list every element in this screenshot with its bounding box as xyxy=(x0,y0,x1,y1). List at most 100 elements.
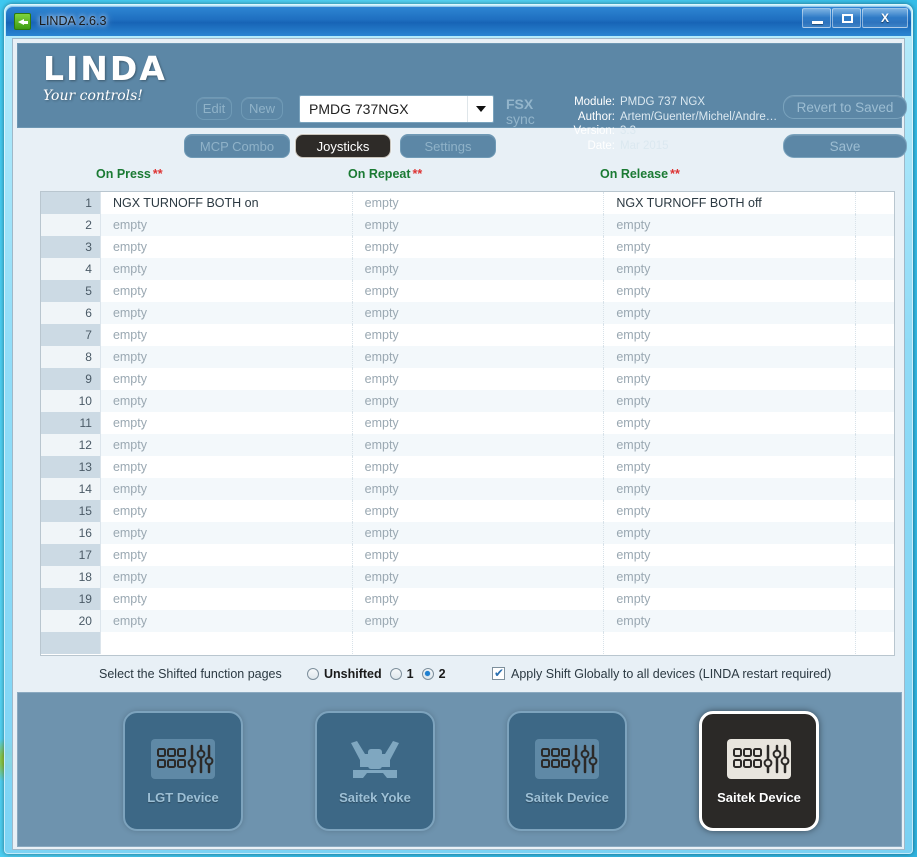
cell-on-press[interactable]: empty xyxy=(101,500,353,522)
cell-on-repeat[interactable]: empty xyxy=(353,456,605,478)
cell-on-press[interactable]: empty xyxy=(101,390,353,412)
cell-on-release[interactable]: empty xyxy=(604,236,857,258)
cell-on-release[interactable]: empty xyxy=(604,214,857,236)
cell-on-repeat[interactable]: empty xyxy=(353,610,605,632)
cell-on-repeat[interactable]: empty xyxy=(353,280,605,302)
cell-on-repeat[interactable]: empty xyxy=(353,324,605,346)
cell-on-release[interactable]: empty xyxy=(604,346,857,368)
device-button-4[interactable]: Saitek Device xyxy=(699,711,819,831)
cell-on-press[interactable] xyxy=(101,632,353,654)
table-row[interactable]: 9 empty empty empty xyxy=(41,368,894,390)
table-row[interactable]: 4 empty empty empty xyxy=(41,258,894,280)
cell-on-release[interactable]: empty xyxy=(604,478,857,500)
maximize-button[interactable] xyxy=(832,8,861,28)
cell-on-repeat[interactable]: empty xyxy=(353,478,605,500)
cell-on-release[interactable]: empty xyxy=(604,258,857,280)
cell-on-press[interactable]: empty xyxy=(101,236,353,258)
device-button-3[interactable]: Saitek Device xyxy=(507,711,627,831)
cell-on-release[interactable]: empty xyxy=(604,610,857,632)
cell-on-release[interactable]: empty xyxy=(604,588,857,610)
table-row[interactable]: 17 empty empty empty xyxy=(41,544,894,566)
device-button-1[interactable]: LGT Device xyxy=(123,711,243,831)
cell-on-repeat[interactable]: empty xyxy=(353,522,605,544)
table-row[interactable]: 15 empty empty empty xyxy=(41,500,894,522)
cell-on-press[interactable]: empty xyxy=(101,346,353,368)
table-row[interactable]: 2 empty empty empty xyxy=(41,214,894,236)
cell-on-release[interactable]: empty xyxy=(604,522,857,544)
table-row[interactable]: 16 empty empty empty xyxy=(41,522,894,544)
cell-on-release[interactable]: empty xyxy=(604,280,857,302)
cell-on-release[interactable]: empty xyxy=(604,324,857,346)
save-button[interactable]: Save xyxy=(783,134,907,158)
cell-on-repeat[interactable]: empty xyxy=(353,346,605,368)
aircraft-select[interactable]: PMDG 737NGX xyxy=(299,95,494,123)
cell-on-press[interactable]: empty xyxy=(101,412,353,434)
cell-on-repeat[interactable]: empty xyxy=(353,192,605,214)
radio-page-1[interactable] xyxy=(389,667,402,680)
cell-on-press[interactable]: empty xyxy=(101,368,353,390)
apply-shift-globally-checkbox-wrap[interactable]: Apply Shift Globally to all devices (LIN… xyxy=(492,666,831,681)
cell-on-release[interactable]: empty xyxy=(604,302,857,324)
table-row[interactable]: 3 empty empty empty xyxy=(41,236,894,258)
cell-on-repeat[interactable]: empty xyxy=(353,390,605,412)
cell-on-repeat[interactable]: empty xyxy=(353,236,605,258)
cell-on-press[interactable]: NGX TURNOFF BOTH on xyxy=(101,192,353,214)
table-row[interactable]: 10 empty empty empty xyxy=(41,390,894,412)
cell-on-press[interactable]: empty xyxy=(101,522,353,544)
table-row[interactable]: 8 empty empty empty xyxy=(41,346,894,368)
cell-on-release[interactable]: empty xyxy=(604,544,857,566)
cell-on-release[interactable]: empty xyxy=(604,412,857,434)
table-row[interactable]: 7 empty empty empty xyxy=(41,324,894,346)
table-row[interactable]: 11 empty empty empty xyxy=(41,412,894,434)
cell-on-press[interactable]: empty xyxy=(101,456,353,478)
revert-to-saved-button[interactable]: Revert to Saved xyxy=(783,95,907,119)
table-row[interactable]: 14 empty empty empty xyxy=(41,478,894,500)
cell-on-release[interactable] xyxy=(604,632,857,654)
cell-on-repeat[interactable]: empty xyxy=(353,214,605,236)
cell-on-release[interactable]: empty xyxy=(604,390,857,412)
apply-shift-globally-checkbox[interactable] xyxy=(492,666,505,680)
cell-on-repeat[interactable]: empty xyxy=(353,258,605,280)
cell-on-repeat[interactable]: empty xyxy=(353,434,605,456)
cell-on-release[interactable]: empty xyxy=(604,368,857,390)
cell-on-release[interactable]: empty xyxy=(604,566,857,588)
table-row[interactable]: 20 empty empty empty xyxy=(41,610,894,632)
cell-on-press[interactable]: empty xyxy=(101,588,353,610)
table-row[interactable]: 18 empty empty empty xyxy=(41,566,894,588)
table-row[interactable]: 19 empty empty empty xyxy=(41,588,894,610)
device-button-2[interactable]: Saitek Yoke xyxy=(315,711,435,831)
joysticks-tab[interactable]: Joysticks xyxy=(295,134,391,158)
radio-unshifted[interactable] xyxy=(307,667,319,680)
table-row[interactable]: 1 NGX TURNOFF BOTH on empty NGX TURNOFF BOT… xyxy=(41,192,894,214)
cell-on-press[interactable]: empty xyxy=(101,544,353,566)
table-row[interactable]: 6 empty empty empty xyxy=(41,302,894,324)
cell-on-repeat[interactable]: empty xyxy=(353,302,605,324)
minimize-button[interactable] xyxy=(802,8,831,28)
cell-on-press[interactable]: empty xyxy=(101,566,353,588)
cell-on-release[interactable]: empty xyxy=(604,434,857,456)
cell-on-release[interactable]: NGX TURNOFF BOTH off xyxy=(604,192,857,214)
cell-on-release[interactable]: empty xyxy=(604,500,857,522)
cell-on-press[interactable]: empty xyxy=(101,302,353,324)
table-row-blank[interactable] xyxy=(41,632,894,654)
cell-on-press[interactable]: empty xyxy=(101,214,353,236)
mcp-combo-tab[interactable]: MCP Combo xyxy=(184,134,290,158)
table-row[interactable]: 12 empty empty empty xyxy=(41,434,894,456)
cell-on-repeat[interactable]: empty xyxy=(353,566,605,588)
radio-page-2[interactable] xyxy=(421,667,434,680)
cell-on-release[interactable]: empty xyxy=(604,456,857,478)
settings-tab[interactable]: Settings xyxy=(400,134,496,158)
cell-on-repeat[interactable]: empty xyxy=(353,588,605,610)
cell-on-repeat[interactable]: empty xyxy=(353,412,605,434)
table-row[interactable]: 13 empty empty empty xyxy=(41,456,894,478)
cell-on-press[interactable]: empty xyxy=(101,258,353,280)
shift-pages-radio-group[interactable]: Unshifted 1 2 xyxy=(307,667,449,681)
table-row[interactable]: 5 empty empty empty xyxy=(41,280,894,302)
cell-on-repeat[interactable]: empty xyxy=(353,500,605,522)
cell-on-press[interactable]: empty xyxy=(101,324,353,346)
new-button[interactable]: New xyxy=(241,97,283,120)
close-button[interactable]: X xyxy=(862,8,908,28)
chevron-down-icon[interactable] xyxy=(467,96,493,122)
cell-on-press[interactable]: empty xyxy=(101,280,353,302)
cell-on-press[interactable]: empty xyxy=(101,434,353,456)
